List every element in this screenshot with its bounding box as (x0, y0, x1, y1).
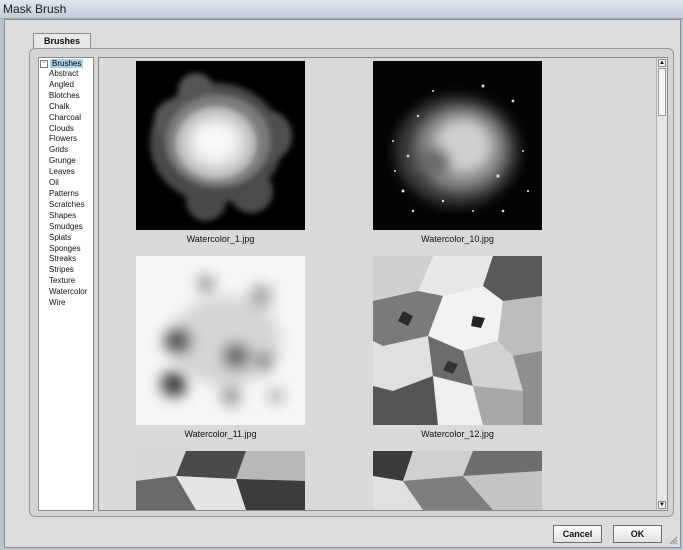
tree-root-label: Brushes (50, 59, 84, 68)
tree-item-grunge[interactable]: Grunge (49, 156, 87, 167)
tree-item-angled[interactable]: Angled (49, 80, 87, 91)
tree-item-oil[interactable]: Oil (49, 178, 87, 189)
tree-item-clouds[interactable]: Clouds (49, 124, 87, 135)
brush-gallery: Watercolor_1.jpg Watercolor_10.jpg Water… (98, 57, 668, 511)
thumbnail-caption: Watercolor_11.jpg (184, 429, 257, 439)
tree-item-leaves[interactable]: Leaves (49, 167, 87, 178)
tree-item-blotches[interactable]: Blotches (49, 91, 87, 102)
brush-thumbnail[interactable] (136, 61, 305, 230)
dialog-client-area: Brushes − Brushes Abstract Angled Blotche… (4, 19, 681, 548)
tree-item-watercolor[interactable]: Watercolor (49, 287, 87, 298)
gallery-scrollbar[interactable]: ▲ ▼ (656, 58, 667, 510)
brush-thumbnail[interactable] (373, 256, 542, 425)
tree-item-texture[interactable]: Texture (49, 276, 87, 287)
tree-item-streaks[interactable]: Streaks (49, 254, 87, 265)
tree-item-charcoal[interactable]: Charcoal (49, 113, 87, 124)
scroll-up-icon[interactable]: ▲ (658, 59, 666, 67)
mask-brush-dialog: Mask Brush Brushes − Brushes Abstract Ang… (0, 0, 683, 550)
tree-item-stripes[interactable]: Stripes (49, 265, 87, 276)
watercolor-14-image (373, 451, 542, 510)
watercolor-10-image (373, 61, 542, 230)
ok-button[interactable]: OK (613, 525, 662, 543)
cancel-button[interactable]: Cancel (553, 525, 602, 543)
thumbnail-caption: Watercolor_10.jpg (421, 234, 494, 244)
watercolor-12-image (373, 256, 542, 425)
tree-item-chalk[interactable]: Chalk (49, 102, 87, 113)
brush-thumbnail[interactable] (373, 61, 542, 230)
resize-grip-icon[interactable] (668, 535, 678, 545)
tree-item-shapes[interactable]: Shapes (49, 211, 87, 222)
tree-item-wire[interactable]: Wire (49, 298, 87, 309)
brush-thumbnail[interactable] (136, 451, 305, 510)
tree-root-brushes[interactable]: − Brushes (40, 59, 92, 69)
title-bar[interactable]: Mask Brush (0, 0, 683, 19)
category-tree[interactable]: − Brushes Abstract Angled Blotches Chalk … (38, 57, 94, 511)
tree-item-scratches[interactable]: Scratches (49, 200, 87, 211)
watercolor-11-image (136, 256, 305, 425)
tree-item-flowers[interactable]: Flowers (49, 134, 87, 145)
thumbnail-caption: Watercolor_12.jpg (421, 429, 494, 439)
window-title: Mask Brush (3, 2, 67, 16)
tree-item-splats[interactable]: Splats (49, 233, 87, 244)
collapse-icon[interactable]: − (40, 59, 48, 68)
brushes-panel: − Brushes Abstract Angled Blotches Chalk … (29, 48, 674, 517)
watercolor-1-image (136, 61, 305, 230)
category-list: Abstract Angled Blotches Chalk Charcoal … (49, 69, 87, 309)
watercolor-13-image (136, 451, 305, 510)
tab-brushes[interactable]: Brushes (33, 33, 92, 49)
scrollbar-thumb[interactable] (658, 68, 666, 116)
tree-item-sponges[interactable]: Sponges (49, 244, 87, 255)
tree-item-smudges[interactable]: Smudges (49, 222, 87, 233)
brush-thumbnail[interactable] (136, 256, 305, 425)
thumbnail-caption: Watercolor_1.jpg (186, 234, 255, 244)
scroll-down-icon[interactable]: ▼ (658, 501, 666, 509)
tree-item-abstract[interactable]: Abstract (49, 69, 87, 80)
tree-item-grids[interactable]: Grids (49, 145, 87, 156)
tree-item-patterns[interactable]: Patterns (49, 189, 87, 200)
brush-thumbnail[interactable] (373, 451, 542, 510)
